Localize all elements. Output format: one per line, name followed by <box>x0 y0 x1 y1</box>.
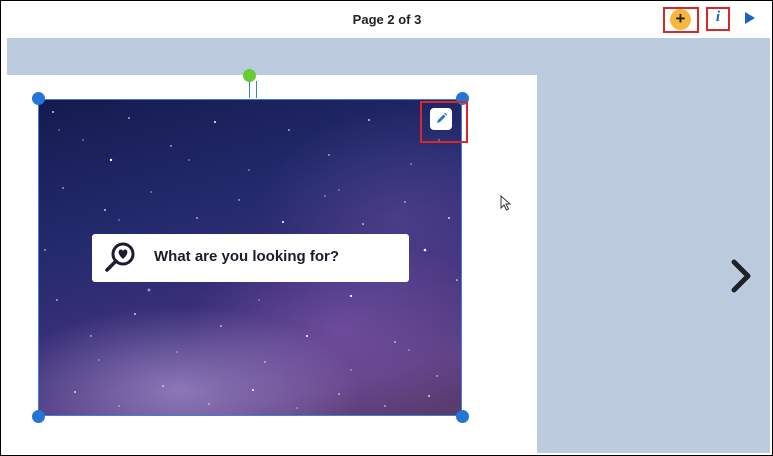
image-block[interactable]: What are you looking for? <box>38 99 462 416</box>
page-indicator: Page 2 of 3 <box>352 12 422 27</box>
highlight-box <box>663 7 699 33</box>
edit-button[interactable] <box>420 101 468 143</box>
rotate-connector <box>256 81 257 98</box>
resize-handle-bottom-right[interactable] <box>456 410 469 423</box>
resize-handle-top-left[interactable] <box>32 92 45 105</box>
play-icon[interactable] <box>745 12 755 24</box>
rotate-connector <box>249 81 250 98</box>
highlight-box <box>706 7 730 31</box>
mouse-cursor-icon <box>500 195 512 211</box>
chevron-right-icon[interactable] <box>726 256 756 296</box>
add-button[interactable]: + <box>663 7 699 33</box>
search-prompt-text: What are you looking for? <box>154 248 340 265</box>
info-button[interactable]: i <box>706 7 730 31</box>
highlight-box <box>420 101 468 143</box>
search-prompt-box[interactable]: What are you looking for? <box>92 234 409 282</box>
magnifier-heart-icon <box>105 242 135 272</box>
resize-handle-bottom-left[interactable] <box>32 410 45 423</box>
top-toolbar: Page 2 of 3 <box>7 7 767 38</box>
canvas-area: What are you looking for? <box>7 38 770 453</box>
